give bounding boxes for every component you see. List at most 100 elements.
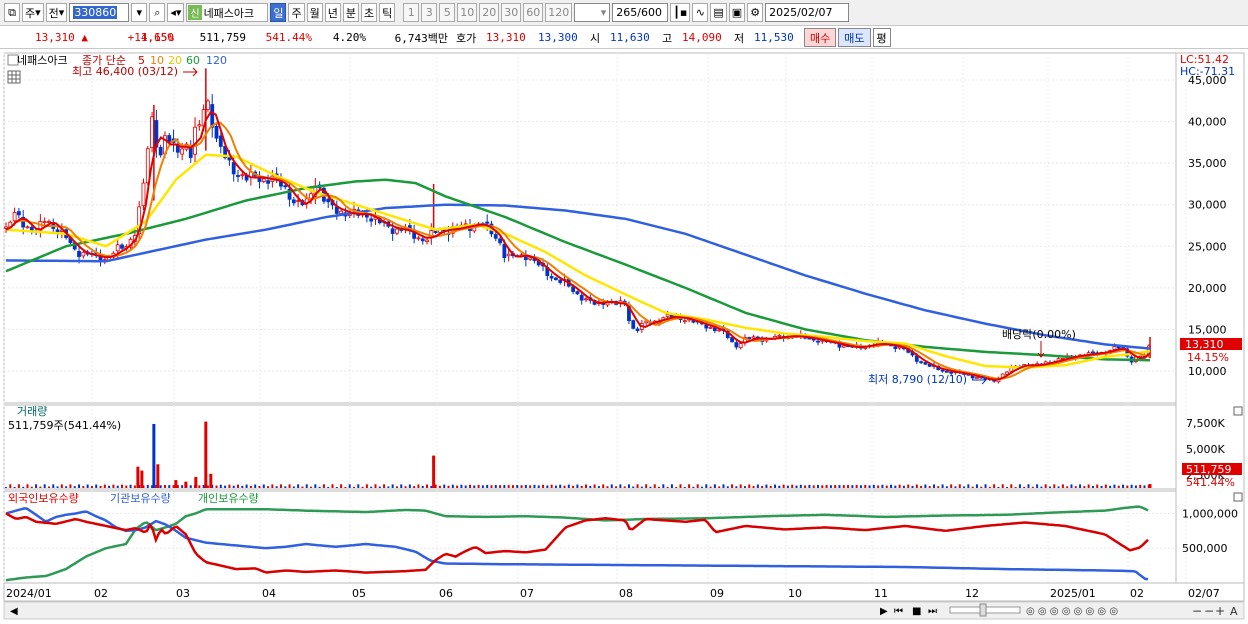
eval-button[interactable]: 평 <box>872 28 891 47</box>
period-week[interactable]: 주 <box>288 3 305 22</box>
save-icon[interactable]: ▣ <box>728 3 746 22</box>
volume-bar <box>473 485 476 488</box>
volume-bar <box>928 486 931 488</box>
scroll-left-icon[interactable]: ◀ <box>10 606 18 617</box>
volume-bar <box>82 486 85 488</box>
period-month[interactable]: 월 <box>306 3 323 22</box>
volume-bar <box>666 486 669 488</box>
candle-body <box>919 361 924 364</box>
minute-1[interactable]: 1 <box>403 3 420 22</box>
sell-button[interactable]: 매도 <box>838 28 871 47</box>
scroll-stop-icon[interactable]: ■ <box>912 606 921 617</box>
period-day[interactable]: 일 <box>270 3 287 22</box>
candle-body <box>25 226 30 229</box>
volume-pane-close-icon[interactable] <box>1233 406 1243 416</box>
minute-60[interactable]: 60 <box>523 3 544 22</box>
volume-bar <box>567 484 570 488</box>
volume-bar <box>537 485 540 488</box>
volume-bar <box>47 486 50 488</box>
volume-bar <box>400 484 403 488</box>
holdings-pane-close-icon[interactable] <box>1233 492 1243 502</box>
candle-body <box>777 335 782 337</box>
chart-canvas[interactable]: 45,00040,00035,00030,00025,00020,00015,0… <box>0 51 1248 621</box>
volume-bar <box>1109 485 1112 488</box>
zoom-slider-thumb[interactable] <box>979 603 987 617</box>
minute-30[interactable]: 30 <box>501 3 522 22</box>
period-tick[interactable]: 틱 <box>379 3 396 22</box>
volume-bar <box>352 486 355 488</box>
candle-body <box>923 362 928 365</box>
volume-bar <box>993 484 996 488</box>
volume-bar <box>1066 486 1069 488</box>
stock-code-value: 330860 <box>73 6 118 19</box>
period-type-select[interactable]: 주 ▾ <box>22 3 44 22</box>
stock-name-box[interactable]: 신 네패스아크 <box>186 3 269 22</box>
volume-bar <box>305 484 308 488</box>
scroll-forward-icon[interactable]: ⏭ <box>928 606 937 617</box>
minute-20[interactable]: 20 <box>479 3 500 22</box>
scroll-right-icon[interactable]: ▶ <box>880 606 888 617</box>
open-price: 11,630 <box>610 31 650 44</box>
search-icon[interactable]: ⌕ <box>149 3 166 22</box>
candle-body <box>12 212 17 222</box>
indicator-icon[interactable]: ∿ <box>692 3 709 22</box>
volume-y-tick: 7,500K <box>1186 417 1225 430</box>
volume-bar <box>181 485 184 488</box>
period-year[interactable]: 년 <box>324 3 341 22</box>
volume-bar <box>120 484 123 488</box>
volume-bar <box>99 485 102 488</box>
volume-bar <box>688 484 691 488</box>
prev-select[interactable]: 전 ▾ <box>45 3 68 22</box>
minute-10[interactable]: 10 <box>457 3 478 22</box>
volume-bar <box>963 486 966 488</box>
candle-body <box>218 135 223 147</box>
low-label: 저 <box>734 31 745 45</box>
settings-gear-icon[interactable]: ⚙ <box>747 3 764 22</box>
candle-body <box>528 257 533 260</box>
minute-custom-select[interactable]: ▾ <box>574 3 611 22</box>
date-input[interactable]: 2025/02/07 <box>765 3 850 22</box>
minute-120[interactable]: 120 <box>545 3 573 22</box>
period-second[interactable]: 초 <box>360 3 378 22</box>
stock-code-input[interactable]: 330860 <box>69 3 130 22</box>
zoom-reset-icon[interactable]: − <box>1204 604 1214 618</box>
buy-button[interactable]: 매수 <box>804 28 837 47</box>
window-icon[interactable]: ⧉ <box>4 3 20 22</box>
zoom-out-icon[interactable]: − <box>1192 604 1202 618</box>
volume-bar <box>370 486 373 488</box>
volume-bar <box>950 484 953 488</box>
zoom-icons[interactable]: ◎ ◎ ◎ ◎ ◎ ◎ ◎ ◎ <box>1026 606 1118 617</box>
volume-bar <box>348 484 351 488</box>
candle-type-icon[interactable]: ┃▪ <box>670 3 691 22</box>
speaker-icon[interactable]: ◂▾ <box>167 3 185 22</box>
volume-bar <box>477 484 480 488</box>
volume-bar <box>675 487 678 488</box>
volume-bar <box>17 484 20 488</box>
period-minute[interactable]: 분 <box>342 3 359 22</box>
font-size-icon[interactable]: A <box>1230 605 1238 618</box>
volume-bar <box>615 486 618 488</box>
volume-bar <box>395 486 398 488</box>
volume-bar <box>520 485 523 488</box>
count-input[interactable]: 265/600 <box>612 3 669 22</box>
volume-bar <box>1040 486 1043 488</box>
zoom-in-icon[interactable]: + <box>1215 604 1225 618</box>
dividend-annotation: 배당락(0.00%) <box>1002 328 1076 341</box>
candle-body <box>1112 346 1117 350</box>
volume-bar <box>563 485 566 488</box>
chart-tool-icon[interactable]: ▤ <box>710 3 727 22</box>
minute-3[interactable]: 3 <box>421 3 438 22</box>
volume-spike-bar <box>194 476 198 488</box>
volume-bar <box>920 485 923 488</box>
code-dropdown-icon[interactable]: ▾ <box>131 3 148 22</box>
table-icon[interactable] <box>7 70 21 84</box>
scroll-rewind-icon[interactable]: ⏮ <box>894 606 903 617</box>
hc-label: HC:-71.31 <box>1180 65 1235 78</box>
volume-spike-bar <box>174 480 178 488</box>
volume-bar <box>9 484 12 488</box>
chart-area[interactable]: 45,000 40,000 35,000 30,000 25,000 20,000 15,0… <box>0 51 1248 621</box>
minute-5[interactable]: 5 <box>439 3 456 22</box>
volume-bar <box>279 484 282 488</box>
volume-bar <box>1023 486 1026 488</box>
volume-bar <box>288 484 291 488</box>
